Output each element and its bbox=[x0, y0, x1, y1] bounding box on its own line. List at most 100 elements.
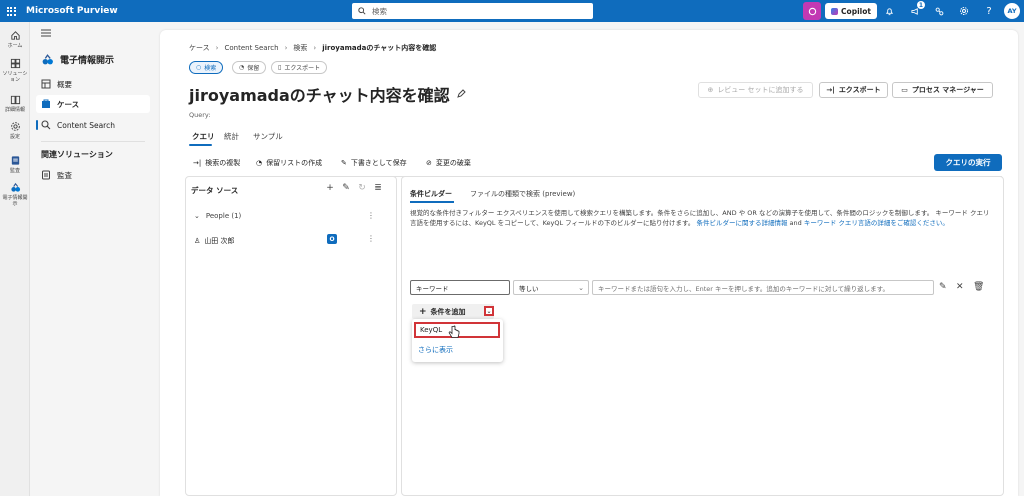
toolbar-label: 保留リストの作成 bbox=[266, 159, 323, 167]
page-title: jiroyamadaのチャット内容を確認 bbox=[189, 82, 466, 106]
nav-related-title: 関連ソリューション bbox=[41, 149, 113, 160]
keyword-value-input[interactable]: キーワードまたは語句を入力し、Enter キーを押します。追加のキーワードに対し… bbox=[592, 280, 934, 295]
create-hold-button[interactable]: ◔ 保留リストの作成 bbox=[256, 158, 322, 168]
bell-icon[interactable] bbox=[881, 3, 897, 19]
hold-icon: ◔ bbox=[239, 64, 245, 71]
rail-label: 設定 bbox=[9, 134, 20, 140]
collapse-nav-icon[interactable] bbox=[41, 29, 51, 37]
person-icon: ♙ bbox=[194, 237, 201, 245]
tab-file-type-search[interactable]: ファイルの種類で検索 (preview) bbox=[470, 189, 575, 199]
global-search-input[interactable]: 検索 bbox=[352, 3, 593, 19]
add-icon[interactable]: + bbox=[325, 183, 335, 193]
avatar[interactable]: AY bbox=[1004, 3, 1020, 19]
main-card: ケース › Content Search › 検索 › jiroyamadaのチ… bbox=[160, 30, 1018, 496]
rail-item-learn[interactable]: 詳細情報 bbox=[0, 94, 30, 113]
search-icon bbox=[358, 7, 366, 15]
refresh-icon[interactable]: ↻ bbox=[357, 183, 367, 193]
field-value: キーワード bbox=[416, 284, 449, 293]
pencil-icon[interactable]: ✎ bbox=[939, 282, 947, 292]
more-options-icon[interactable]: ⋮ bbox=[367, 234, 375, 243]
megaphone-icon[interactable]: 1 bbox=[907, 1, 925, 19]
rail-item-settings[interactable]: 設定 bbox=[0, 121, 30, 140]
tab-condition-builder[interactable]: 条件ビルダー bbox=[410, 189, 452, 199]
keyword-field-select[interactable]: キーワード bbox=[410, 280, 510, 295]
data-source-person[interactable]: ♙ 山田 次郎 bbox=[194, 236, 235, 246]
rail-item-audit[interactable]: 監査 bbox=[0, 155, 30, 174]
copilot-button[interactable]: Copilot bbox=[825, 3, 877, 19]
person-name: 山田 次郎 bbox=[204, 237, 235, 245]
active-tab-indicator bbox=[189, 144, 212, 146]
run-query-button[interactable]: クエリの実行 bbox=[934, 154, 1002, 171]
duplicate-search-button[interactable]: →| 検索の複製 bbox=[193, 158, 240, 168]
data-source-title: データ ソース bbox=[191, 186, 239, 195]
plus-circle-icon: ⊕ bbox=[707, 86, 714, 94]
pencil-icon[interactable]: ✎ bbox=[341, 183, 351, 193]
tab-query[interactable]: クエリ bbox=[192, 131, 215, 142]
rail-label: ソリューション bbox=[2, 71, 28, 83]
add-to-review-set-button[interactable]: ⊕ レビュー セットに追加する bbox=[698, 82, 813, 98]
nav-item-content-search[interactable]: Content Search bbox=[36, 116, 150, 134]
close-icon[interactable]: ✕ bbox=[956, 282, 964, 292]
help-icon[interactable]: ? bbox=[981, 3, 997, 19]
gear-icon[interactable] bbox=[956, 3, 972, 19]
menu-item-show-more[interactable]: さらに表示 bbox=[418, 345, 453, 355]
copilot-app-icon[interactable] bbox=[803, 2, 821, 20]
keyql-info-link[interactable]: キーワード クエリ言語の詳細をご確認ください。 bbox=[804, 219, 949, 227]
process-icon: ▭ bbox=[901, 86, 908, 94]
stack-icon[interactable]: ≣ bbox=[373, 183, 383, 193]
rail-label: 詳細情報 bbox=[4, 107, 25, 113]
pill-export[interactable]: ▯ エクスポート bbox=[271, 61, 328, 74]
pill-hold[interactable]: ◔ 保留 bbox=[232, 61, 267, 74]
chevron-down-icon: ⌄ bbox=[578, 283, 584, 292]
add-condition-label: 条件を追加 bbox=[430, 307, 466, 316]
chevron-right-icon: › bbox=[284, 44, 288, 52]
hand-pointer-icon bbox=[448, 325, 460, 338]
chevron-down-icon[interactable]: ⌄ bbox=[484, 306, 494, 316]
process-manager-button[interactable]: ▭ プロセス マネージャー bbox=[892, 82, 993, 98]
tab-statistics[interactable]: 統計 bbox=[224, 131, 239, 142]
nav-item-label: Content Search bbox=[57, 120, 115, 130]
menu-item-label: KeyQL bbox=[420, 326, 443, 334]
rail-item-home[interactable]: ホーム bbox=[0, 30, 30, 49]
home-icon bbox=[10, 31, 20, 40]
audit-icon bbox=[42, 170, 50, 180]
button-label: エクスポート bbox=[838, 86, 881, 94]
add-condition-button[interactable]: + 条件を追加 ⌄ bbox=[412, 304, 494, 319]
app-title[interactable]: Microsoft Purview bbox=[26, 6, 118, 16]
left-rail: ホーム ソリューション 詳細情報 設定 監査 電子情報開示 bbox=[0, 22, 30, 496]
condition-builder-info-link[interactable]: 条件ビルダーに関する詳細情報 bbox=[696, 219, 787, 227]
field-placeholder: キーワードまたは語句を入力し、Enter キーを押します。追加のキーワードに対し… bbox=[598, 284, 890, 293]
pill-label: 保留 bbox=[247, 65, 260, 72]
breadcrumb-item-cases[interactable]: ケース bbox=[189, 43, 210, 53]
nav-item-cases[interactable]: ケース bbox=[36, 95, 150, 113]
operator-select[interactable]: 等しい ⌄ bbox=[513, 280, 589, 295]
description-and: and bbox=[789, 219, 802, 227]
page-title-text: jiroyamadaのチャット内容を確認 bbox=[189, 86, 450, 105]
audit-icon bbox=[11, 156, 19, 165]
save-draft-button[interactable]: ✎ 下書きとして保存 bbox=[341, 158, 407, 168]
trash-icon[interactable]: 🗑 bbox=[973, 282, 984, 292]
app-launcher-icon[interactable] bbox=[0, 0, 22, 22]
more-options-icon[interactable]: ⋮ bbox=[367, 211, 375, 220]
nav-section-ediscovery[interactable]: 電子情報開示 bbox=[41, 53, 114, 66]
nav-item-overview[interactable]: 概要 bbox=[36, 75, 150, 93]
nav-item-audit[interactable]: 監査 bbox=[36, 166, 150, 184]
breadcrumb-item-search[interactable]: 検索 bbox=[293, 43, 307, 53]
pill-label: エクスポート bbox=[284, 65, 321, 72]
nav-item-label: 監査 bbox=[57, 170, 72, 180]
discard-changes-button[interactable]: ⊘ 変更の破棄 bbox=[426, 158, 471, 168]
people-group[interactable]: ⌄ People (1) bbox=[194, 212, 241, 220]
pill-search[interactable]: ○ 検索 bbox=[189, 61, 224, 74]
case-icon bbox=[42, 99, 50, 108]
chevron-right-icon: › bbox=[215, 44, 219, 52]
copilot-label: Copilot bbox=[841, 6, 871, 16]
link-icon[interactable] bbox=[931, 3, 947, 19]
pencil-icon: ✎ bbox=[341, 159, 347, 167]
rail-item-solutions[interactable]: ソリューション bbox=[0, 58, 30, 83]
nav-item-label: ケース bbox=[57, 99, 80, 109]
rail-item-ediscovery[interactable]: 電子情報開示 bbox=[0, 182, 30, 207]
breadcrumb-item-content-search[interactable]: Content Search bbox=[224, 44, 278, 52]
tab-sample[interactable]: サンプル bbox=[253, 131, 283, 142]
export-button[interactable]: →| エクスポート bbox=[819, 82, 888, 98]
pencil-icon[interactable] bbox=[456, 89, 466, 99]
